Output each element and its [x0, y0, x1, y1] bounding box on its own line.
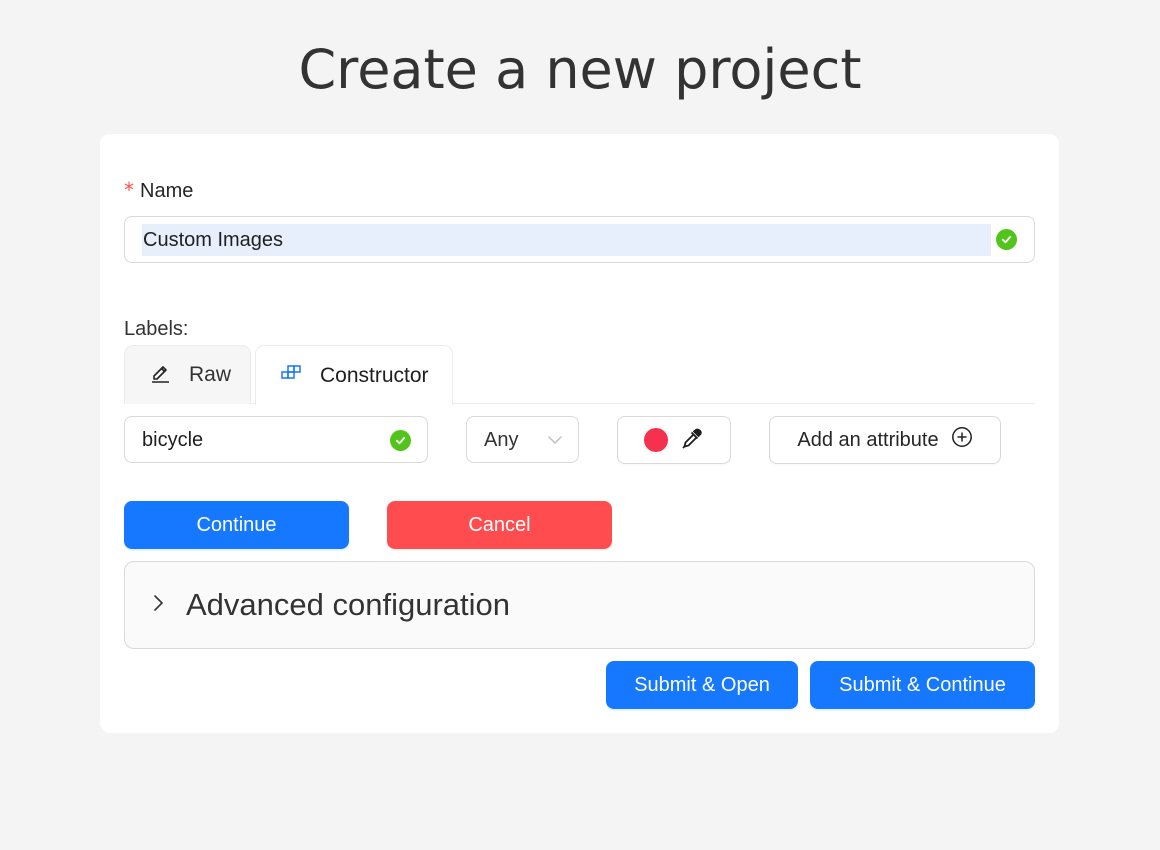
- submit-open-button[interactable]: Submit & Open: [606, 661, 798, 709]
- add-attribute-label: Add an attribute: [797, 428, 939, 451]
- tab-constructor-label: Constructor: [320, 363, 429, 387]
- name-label: * Name: [124, 178, 193, 203]
- page-title: Create a new project: [298, 38, 862, 101]
- name-input[interactable]: Custom Images: [124, 216, 1035, 263]
- label-row: bicycle Any Add an attribute: [124, 416, 1035, 464]
- project-form-card: * Name Custom Images Labels: Raw Constru…: [100, 134, 1059, 733]
- continue-button[interactable]: Continue: [124, 501, 349, 549]
- plus-circle-icon: [951, 426, 973, 454]
- check-circle-icon: [390, 430, 411, 451]
- eyedropper-icon: [680, 426, 704, 455]
- label-name-value[interactable]: bicycle: [142, 417, 203, 464]
- edit-icon: [149, 361, 189, 389]
- add-attribute-button[interactable]: Add an attribute: [769, 416, 1001, 464]
- tab-raw-label: Raw: [189, 363, 232, 386]
- color-swatch: [644, 428, 668, 452]
- label-name-input[interactable]: bicycle: [124, 416, 428, 463]
- submit-continue-button[interactable]: Submit & Continue: [810, 661, 1035, 709]
- label-color-button[interactable]: [617, 416, 731, 464]
- name-input-value[interactable]: Custom Images: [142, 224, 991, 256]
- advanced-configuration-title: Advanced configuration: [186, 587, 511, 622]
- label-type-value: Any: [484, 429, 519, 451]
- labels-title: Labels:: [124, 318, 189, 340]
- check-circle-icon: [996, 229, 1017, 250]
- chevron-right-icon: [125, 594, 186, 617]
- required-mark: *: [124, 178, 134, 202]
- label-type-select[interactable]: Any: [466, 416, 579, 463]
- advanced-configuration-panel[interactable]: Advanced configuration: [124, 561, 1035, 649]
- cancel-button[interactable]: Cancel: [387, 501, 612, 549]
- build-icon: [280, 362, 320, 390]
- labels-tabs: Raw Constructor: [124, 345, 1035, 405]
- name-label-text: Name: [140, 180, 194, 202]
- tab-raw[interactable]: Raw: [124, 345, 251, 404]
- tab-constructor[interactable]: Constructor: [255, 345, 453, 405]
